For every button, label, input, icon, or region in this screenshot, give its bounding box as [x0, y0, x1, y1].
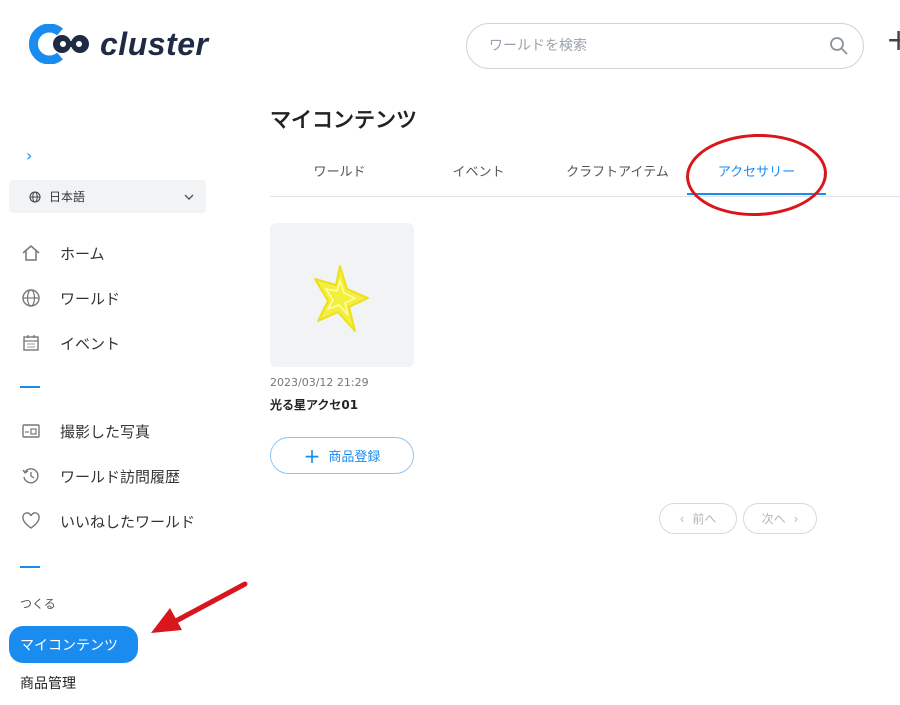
chevron-left-icon: ‹ — [679, 511, 685, 526]
sidebar-item-label: 撮影した写真 — [60, 422, 151, 441]
next-label: 次へ — [761, 512, 786, 526]
sidebar-item-liked[interactable]: いいねしたワールド — [20, 509, 195, 533]
prev-label: 前へ — [692, 512, 717, 526]
sidebar-item-world[interactable]: ワールド — [20, 286, 120, 310]
sidebar-item-label: ホーム — [60, 244, 105, 263]
search-icon[interactable] — [829, 36, 849, 56]
tab-world[interactable]: ワールド — [270, 162, 409, 195]
item-thumbnail[interactable] — [270, 223, 414, 367]
sidebar-item-label: イベント — [60, 334, 121, 353]
chevron-down-icon — [184, 194, 194, 200]
globe-icon — [29, 190, 41, 203]
brand-name: cluster — [100, 25, 209, 62]
star-icon — [314, 265, 369, 332]
cluster-logo-icon — [28, 24, 89, 64]
plus-icon: + — [303, 443, 321, 468]
item-date: 2023/03/12 21:29 — [270, 376, 369, 389]
sidebar-item-label: ワールド訪問履歴 — [60, 467, 181, 486]
annotation-arrow-icon — [151, 581, 248, 633]
calendar-icon — [20, 332, 42, 354]
sidebar-item-home[interactable]: ホーム — [20, 241, 105, 265]
history-icon — [20, 465, 42, 487]
sidebar-item-photos[interactable]: 撮影した写真 — [20, 419, 150, 443]
sidebar-item-history[interactable]: ワールド訪問履歴 — [20, 464, 180, 488]
tab-event[interactable]: イベント — [409, 162, 548, 195]
language-label: 日本語 — [49, 190, 86, 204]
create-plus-button[interactable]: + — [886, 26, 900, 56]
annotation-ellipse — [684, 131, 829, 219]
sidebar-divider — [20, 386, 40, 388]
register-label: 商品登録 — [328, 450, 381, 465]
tab-craft-item[interactable]: クラフトアイテム — [548, 162, 687, 195]
next-page-button[interactable]: 次へ › — [743, 503, 817, 534]
sidebar-divider — [20, 566, 40, 568]
photo-icon — [20, 420, 42, 442]
chevron-right-icon: › — [793, 511, 799, 526]
sidebar-item-my-contents[interactable]: マイコンテンツ — [9, 626, 138, 663]
item-name[interactable]: 光る星アクセ01 — [270, 396, 358, 413]
heart-icon — [20, 510, 42, 532]
page-title: マイコンテンツ — [270, 108, 417, 132]
sidebar-item-label: ワールド — [60, 289, 121, 308]
register-product-button[interactable]: + 商品登録 — [270, 437, 414, 474]
sidebar-item-label: いいねしたワールド — [60, 512, 196, 531]
sidebar-item-event[interactable]: イベント — [20, 331, 120, 355]
prev-page-button[interactable]: ‹ 前へ — [659, 503, 737, 534]
section-label-create: つくる — [20, 597, 56, 611]
language-selector[interactable]: 日本語 — [9, 180, 206, 213]
expand-sidebar-icon[interactable]: › — [26, 146, 32, 165]
search-input[interactable] — [487, 37, 829, 55]
search-box[interactable] — [466, 23, 864, 69]
sidebar-item-goods-management[interactable]: 商品管理 — [20, 673, 76, 693]
home-icon — [20, 242, 42, 264]
globe-icon — [20, 287, 42, 309]
logo[interactable]: cluster — [28, 24, 208, 64]
